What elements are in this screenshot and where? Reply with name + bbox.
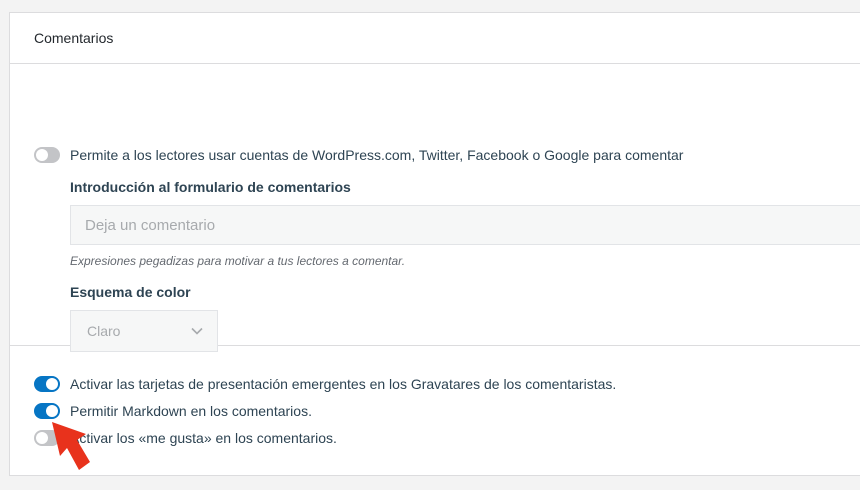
comment-intro-label: Introducción al formulario de comentario… <box>70 179 351 195</box>
gravatar-hovercards-label: Activar las tarjetas de presentación eme… <box>70 376 617 392</box>
toggle-knob <box>46 378 58 390</box>
comments-settings-card: Comentarios Permite a los lectores usar … <box>9 12 860 476</box>
toggle-knob <box>36 432 48 444</box>
arrow-pointer-icon <box>48 420 92 483</box>
comment-intro-input[interactable] <box>70 205 860 245</box>
comment-likes-label: Activar los «me gusta» en los comentario… <box>70 430 337 446</box>
social-login-label: Permite a los lectores usar cuentas de W… <box>70 147 684 163</box>
gravatar-hovercards-toggle[interactable] <box>34 376 60 392</box>
chevron-down-icon <box>191 327 203 335</box>
markdown-toggle[interactable] <box>34 403 60 419</box>
comment-options-section: Activar las tarjetas de presentación eme… <box>10 346 860 475</box>
card-header: Comentarios <box>10 13 860 64</box>
toggle-knob <box>46 405 58 417</box>
toggle-knob <box>36 149 48 161</box>
color-scheme-label: Esquema de color <box>70 284 191 300</box>
comment-intro-help: Expresiones pegadizas para motivar a tus… <box>70 254 406 268</box>
comment-form-section: Permite a los lectores usar cuentas de W… <box>10 64 860 352</box>
card-title: Comentarios <box>34 30 114 46</box>
markdown-label: Permitir Markdown en los comentarios. <box>70 403 312 419</box>
color-scheme-value: Claro <box>87 323 121 339</box>
social-login-toggle[interactable] <box>34 147 60 163</box>
